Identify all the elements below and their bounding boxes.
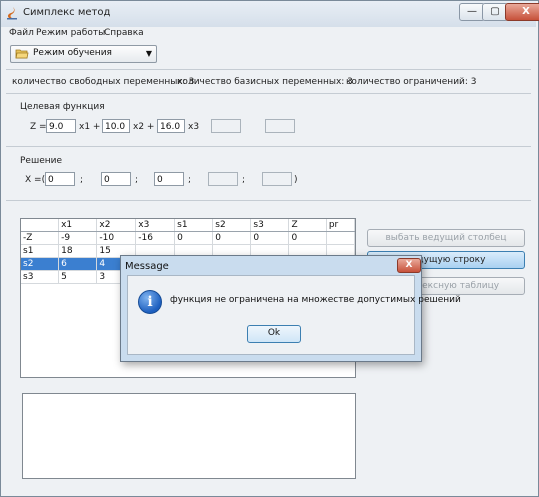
coef-x1-field[interactable]: 9.0: [46, 119, 76, 133]
x1-label: x1 +: [79, 122, 101, 132]
table-cell[interactable]: s2: [21, 257, 60, 271]
menu-help[interactable]: Справка: [104, 28, 144, 38]
mode-combobox[interactable]: Режим обучения ▼: [10, 45, 157, 63]
column-header: x1: [58, 219, 98, 232]
x3-label: x3: [188, 122, 200, 132]
coef-x5-field: [265, 119, 295, 133]
mode-combobox-value: Режим обучения: [33, 48, 112, 58]
chevron-down-icon: ▼: [145, 49, 152, 58]
table-cell[interactable]: [326, 231, 356, 245]
solution-section-label: Решение: [20, 156, 63, 166]
column-header: x3: [135, 219, 176, 232]
table-cell[interactable]: 0: [174, 231, 214, 245]
table-cell[interactable]: s3: [21, 270, 60, 284]
column-header: s3: [250, 219, 290, 232]
solution-x5-field: [262, 172, 292, 186]
x2-label: x2 +: [133, 122, 155, 132]
column-header: Z: [288, 219, 327, 232]
table-cell[interactable]: -16: [135, 231, 176, 245]
folder-icon: [15, 49, 29, 59]
table-cell[interactable]: 0: [288, 231, 327, 245]
info-icon: i: [138, 290, 162, 314]
objective-section-label: Целевая функция: [20, 102, 105, 112]
table-cell[interactable]: -9: [58, 231, 98, 245]
column-header: s2: [212, 219, 252, 232]
solution-x1-field[interactable]: 0: [45, 172, 75, 186]
dialog-message: функция не ограничена на множестве допус…: [170, 295, 461, 305]
dialog-body: i функция не ограничена на множестве доп…: [127, 275, 461, 355]
coef-x3-field[interactable]: 16.0: [157, 119, 185, 133]
close-button[interactable]: X: [505, 3, 539, 21]
z-label: Z =: [30, 122, 47, 132]
solution-x3-field[interactable]: 0: [154, 172, 184, 186]
solution-x4-field: [208, 172, 238, 186]
menu-bar: Файл Режим работы Справка: [1, 27, 536, 41]
menu-mode[interactable]: Режим работы: [36, 28, 105, 38]
coef-x2-field[interactable]: 10.0: [102, 119, 130, 133]
divider: [6, 146, 531, 147]
basic-vars-count: количество базисных переменных: 3: [177, 77, 353, 87]
select-pivot-column-button[interactable]: выбать ведущий столбец: [367, 229, 525, 247]
divider: [6, 200, 531, 201]
separator: ;: [242, 175, 246, 185]
table-cell[interactable]: 5: [58, 270, 98, 284]
coef-x4-field: [211, 119, 241, 133]
table-cell[interactable]: 6: [58, 257, 98, 271]
java-app-icon: [7, 7, 17, 20]
constraints-count: количество ограничений: 3: [346, 77, 477, 87]
dialog-close-button[interactable]: X: [397, 258, 421, 273]
window-title: Симплекс метод: [23, 7, 111, 18]
table-cell[interactable]: -Z: [21, 231, 60, 245]
column-header: pr: [326, 219, 356, 232]
solution-x2-field[interactable]: 0: [101, 172, 131, 186]
message-dialog: Message X i функция не ограничена на мно…: [120, 255, 461, 362]
column-header: s1: [174, 219, 214, 232]
separator: ;: [80, 175, 84, 185]
column-header: x2: [96, 219, 137, 232]
separator: ;: [135, 175, 139, 185]
divider: [6, 69, 531, 70]
table-cell[interactable]: 0: [250, 231, 290, 245]
table-cell[interactable]: -10: [96, 231, 137, 245]
log-textarea[interactable]: [22, 393, 356, 479]
separator: ;: [188, 175, 192, 185]
divider: [6, 93, 531, 94]
table-row[interactable]: -Z -9 -10 -16 0 0 0 0: [21, 231, 356, 245]
x-vector-label: X =(: [25, 175, 46, 185]
ok-button[interactable]: Ok: [247, 325, 301, 343]
table-cell[interactable]: s1: [21, 244, 60, 258]
title-bar: Симплекс метод — ▢ X: [1, 1, 539, 27]
table-cell[interactable]: 0: [212, 231, 252, 245]
free-vars-count: количество свободных переменных: 3: [12, 77, 195, 87]
close-paren: ): [294, 175, 298, 185]
column-header: [21, 219, 60, 232]
dialog-title: Message: [125, 261, 169, 272]
table-cell[interactable]: 18: [58, 244, 98, 258]
menu-file[interactable]: Файл: [9, 28, 34, 38]
table-header-row: x1 x2 x3 s1 s2 s3 Zpr: [21, 219, 356, 232]
